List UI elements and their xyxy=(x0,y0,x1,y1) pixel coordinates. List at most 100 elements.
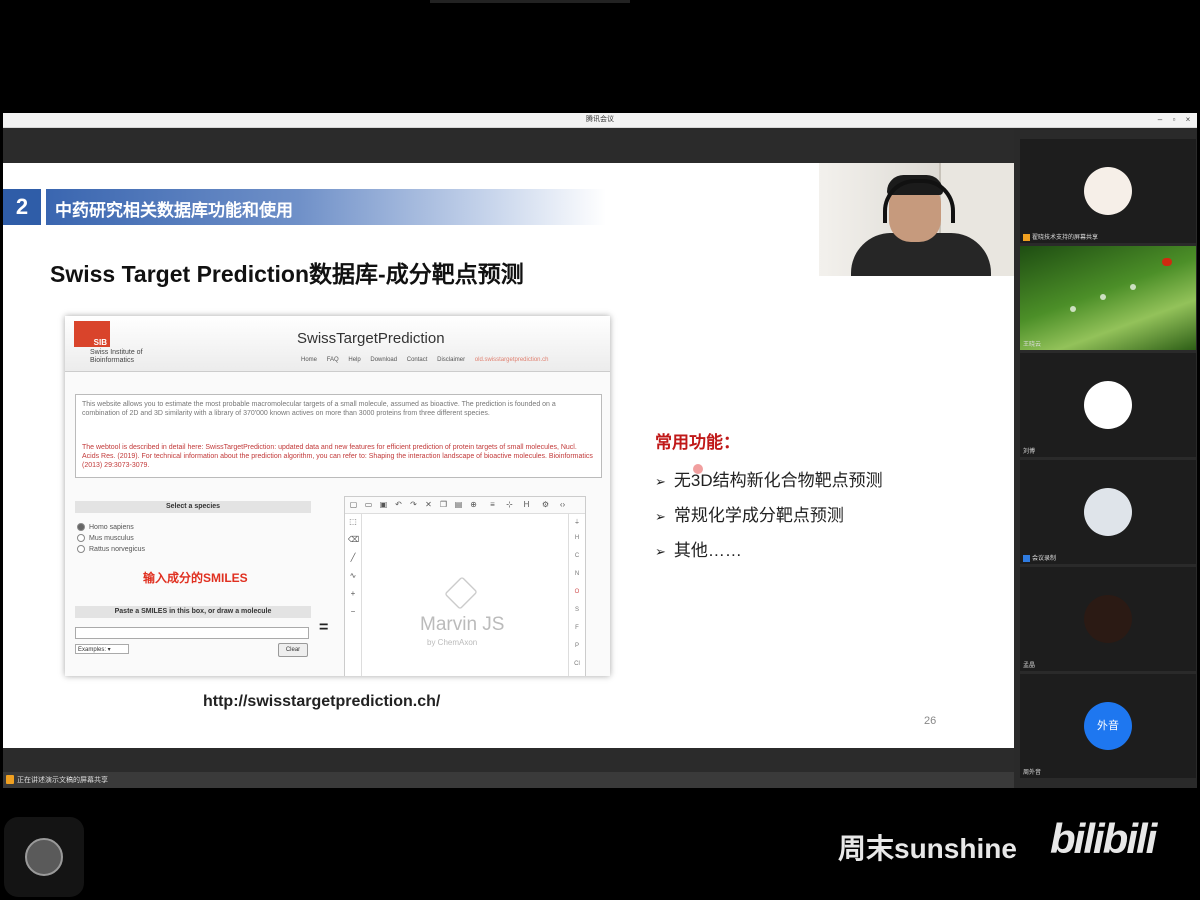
settings-icon: ⚙ xyxy=(541,500,550,509)
eraser-icon: ⌫ xyxy=(348,535,360,544)
zoom-icon: ⊕ xyxy=(470,500,477,509)
element-button: N xyxy=(574,571,580,577)
slide-url: http://swisstargetprediction.ch/ xyxy=(203,693,441,710)
element-button: O xyxy=(574,589,580,595)
ring-icon: ⏚ xyxy=(573,520,580,526)
participant-tile[interactable]: 会议录制 xyxy=(1020,460,1196,564)
new-doc-icon: ▢ xyxy=(349,500,358,509)
functions-title: 常用功能： xyxy=(655,433,740,452)
slide-title: Swiss Target Prediction数据库-成分靶点预测 xyxy=(50,261,524,287)
more-icon: ‹› xyxy=(559,500,566,509)
window-titlebar: 腾讯会议 – ▫ × xyxy=(3,113,1197,128)
function-item: ➢ 无3D结构新化合物靶点预测 xyxy=(655,466,883,491)
planet-avatar xyxy=(1084,595,1132,643)
water-drop xyxy=(1130,284,1136,290)
minimize-button[interactable]: – xyxy=(1153,113,1167,127)
charge-plus-icon: + xyxy=(350,589,356,598)
marvin-byline: by ChemAxon xyxy=(427,638,478,647)
child-photo-avatar xyxy=(1084,488,1132,536)
screen-share-status: 正在讲述演示文稿的屏幕共享 xyxy=(3,772,1014,788)
open-icon: ▭ xyxy=(364,500,373,509)
host-badge-icon xyxy=(6,775,14,784)
bond-icon: ╱ xyxy=(350,553,356,562)
org-name-line1: Swiss Institute of xyxy=(90,349,143,356)
intro-box: This website allows you to estimate the … xyxy=(75,394,602,478)
distribute-icon: ⊹ xyxy=(506,500,513,509)
element-button: H xyxy=(574,535,580,541)
align-icon: ≡ xyxy=(490,500,495,509)
sib-org-name: Swiss Institute of Bioinformatics xyxy=(90,349,180,365)
section-title: 中药研究相关数据库功能和使用 xyxy=(55,201,293,220)
smiles-annotation: 输入成分的SMILES xyxy=(143,571,248,585)
species-label: Rattus norvegicus xyxy=(89,545,146,553)
floating-record-button[interactable] xyxy=(4,817,84,897)
undo-icon: ↶ xyxy=(395,500,402,509)
arrow-bullet-icon: ➢ xyxy=(655,544,666,559)
shared-screen-top xyxy=(3,128,1014,163)
website-screenshot: SIB Swiss Institute of Bioinformatics Sw… xyxy=(65,316,610,676)
nav-disclaimer: Disclaimer xyxy=(437,357,466,363)
participant-tile[interactable]: 孟晶 xyxy=(1020,567,1196,671)
water-drop xyxy=(1100,294,1106,300)
chain-icon: ∿ xyxy=(349,571,357,580)
smiles-input xyxy=(75,627,309,639)
dog-avatar xyxy=(1084,381,1132,429)
org-name-line2: Bioinformatics xyxy=(90,357,134,364)
function-label: 其他…… xyxy=(673,541,742,560)
leaf-photo xyxy=(1020,246,1196,350)
record-circle-icon xyxy=(25,838,63,876)
participant-tile[interactable]: 翟晓技术支持的屏幕共享 xyxy=(1020,139,1196,243)
nav-download: Download xyxy=(370,357,398,363)
marvin-title: Marvin JS xyxy=(420,614,505,635)
paste-icon: ▤ xyxy=(454,500,463,509)
radio-icon xyxy=(77,534,85,542)
share-status-text: 正在讲述演示文稿的屏幕共享 xyxy=(17,777,108,784)
participant-name: 王晓云 xyxy=(1023,342,1042,348)
charge-minus-icon: − xyxy=(350,607,356,616)
maximize-button[interactable]: ▫ xyxy=(1167,113,1181,127)
element-button: Cl xyxy=(574,661,580,667)
select-tool-icon: ⬚ xyxy=(349,517,357,526)
species-header: Select a species xyxy=(75,501,311,513)
meeting-window: 腾讯会议 – ▫ × 2 中药研究相关数据库功能和使用 Swiss Target… xyxy=(3,113,1197,788)
participant-name: 孟晶 xyxy=(1023,663,1036,669)
function-item: ➢ 其他…… xyxy=(655,536,742,561)
sib-logo: SIB xyxy=(74,321,110,347)
function-label: 常规化学成分靶点预测 xyxy=(673,506,844,525)
participant-tile[interactable]: 刘博 xyxy=(1020,353,1196,457)
examples-select: Examples: ▾ xyxy=(75,644,129,654)
species-option: Rattus norvegicus xyxy=(77,545,145,553)
smiles-header: Paste a SMILES in this box, or draw a mo… xyxy=(75,606,311,618)
shared-screen-bottom xyxy=(3,748,1014,772)
participant-name: 会议录制 xyxy=(1023,553,1056,562)
marvin-logo-icon xyxy=(444,576,478,610)
close-button[interactable]: × xyxy=(1181,113,1195,127)
slide-page-number: 26 xyxy=(924,715,937,727)
editor-left-tools: ⬚ ⌫ ╱ ∿ + − xyxy=(345,513,362,676)
participant-name: 刘博 xyxy=(1023,449,1036,455)
species-label: Homo sapiens xyxy=(89,523,134,531)
radio-selected-icon xyxy=(77,523,85,531)
function-label: 无3D结构新化合物靶点预测 xyxy=(673,471,883,490)
examples-label: Examples: xyxy=(78,647,107,653)
nav-old-site: old.swisstargetprediction.ch xyxy=(474,357,549,363)
letterbox-top xyxy=(0,0,1200,113)
arrow-bullet-icon: ➢ xyxy=(655,474,666,489)
clear-button: Clear xyxy=(278,643,308,657)
participant-tile[interactable]: 王晓云 xyxy=(1020,246,1196,350)
recording-icon xyxy=(1023,554,1030,562)
site-nav: Home FAQ Help Download Contact Disclaime… xyxy=(301,357,557,363)
rabbit-avatar xyxy=(1084,167,1132,215)
marvin-editor: ▢ ▭ ▣ ↶ ↷ ✕ ❐ ▤ ⊕ ≡ ⊹ H ⚙ ‹› ⬚ ⌫ ╱ ∿ + −… xyxy=(344,496,586,676)
hydrogen-icon: H xyxy=(523,500,530,509)
bilibili-logo: bilibili xyxy=(1050,815,1157,862)
element-button: F xyxy=(575,625,579,631)
window-title: 腾讯会议 xyxy=(586,116,614,123)
save-icon: ▣ xyxy=(379,500,388,509)
participant-tile[interactable]: 外音 周外音 xyxy=(1020,674,1196,778)
nav-faq: FAQ xyxy=(326,357,339,363)
species-label: Mus musculus xyxy=(89,534,134,542)
presentation-slide: 2 中药研究相关数据库功能和使用 Swiss Target Prediction… xyxy=(3,163,1014,748)
nav-help: Help xyxy=(348,357,361,363)
equals-sign: = xyxy=(319,619,329,636)
